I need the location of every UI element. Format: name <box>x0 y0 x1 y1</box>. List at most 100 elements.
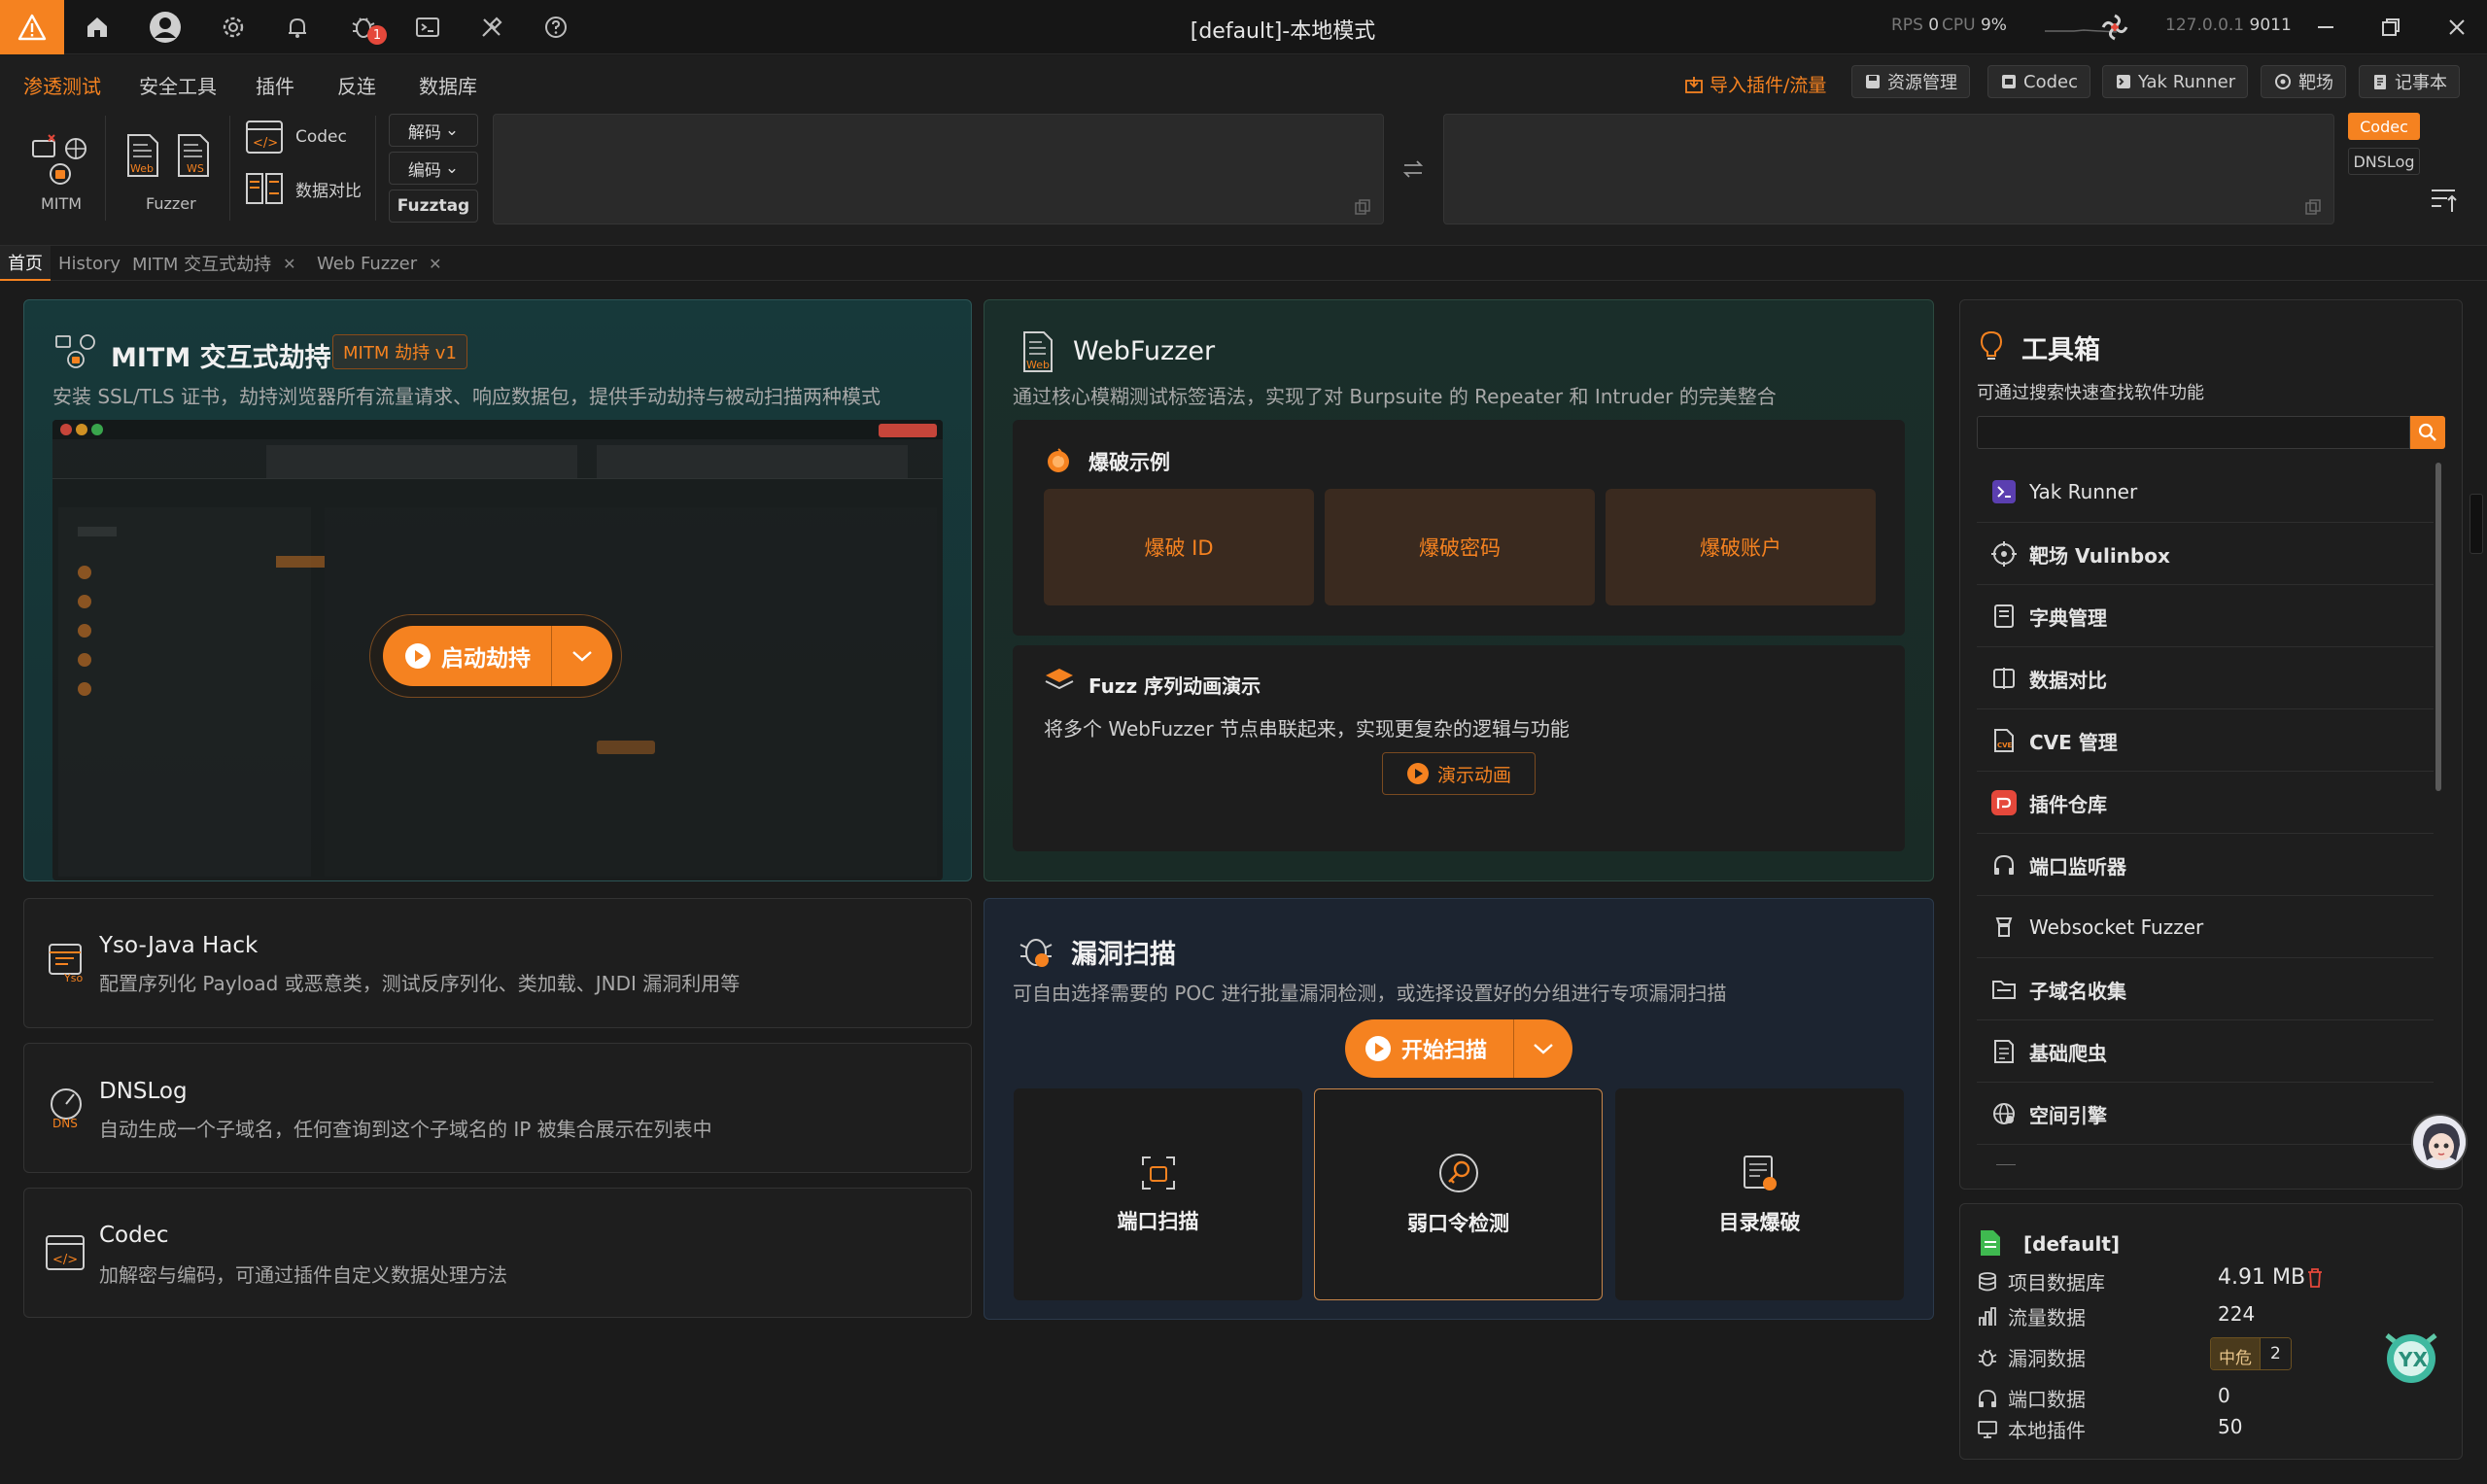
toolbox-subtitle: 可通过搜索快速查找软件功能 <box>1977 383 2204 403</box>
side-dnslog-tab[interactable]: DNSLog <box>2348 148 2420 175</box>
trash-icon[interactable] <box>2305 1267 2325 1289</box>
dnslog-card[interactable] <box>23 1043 972 1173</box>
user-avatar-icon[interactable] <box>148 10 183 45</box>
toolbox-item-subdomain[interactable]: 子域名收集 <box>1977 959 2434 1020</box>
notebook-button[interactable]: 记事本 <box>2359 65 2460 98</box>
copy-icon[interactable] <box>2304 198 2322 216</box>
fuzz-sequence-desc: 将多个 WebFuzzer 节点串联起来，实现更复杂的逻辑与功能 <box>1044 717 1570 741</box>
encode-dropdown[interactable]: 编码 ⌄ <box>389 152 478 185</box>
decode-dropdown[interactable]: 解码 ⌄ <box>389 114 478 147</box>
menu-pentest[interactable]: 渗透测试 <box>23 71 101 99</box>
sort-icon[interactable] <box>2430 187 2459 214</box>
help-icon[interactable] <box>538 10 573 45</box>
tab-home[interactable]: 首页 <box>0 246 51 281</box>
toolbox-item-dictionary[interactable]: 字典管理 <box>1977 586 2434 647</box>
toolbox-item-crawler[interactable]: 基础爬虫 <box>1977 1021 2434 1083</box>
warning-icon[interactable] <box>0 0 64 54</box>
vuln-severity-badge[interactable]: 中危 2 <box>2210 1337 2292 1370</box>
chevron-down-icon[interactable] <box>1514 1042 1572 1055</box>
side-codec-tab[interactable]: Codec <box>2348 113 2420 140</box>
crawler-icon <box>1990 1038 2018 1065</box>
toolbox-item-plugin-store[interactable]: 插件仓库 <box>1977 773 2434 834</box>
codec-quick-button[interactable]: Codec <box>1987 65 2090 98</box>
toolbox-item-yak-runner[interactable]: Yak Runner <box>1977 462 2434 523</box>
start-mitm-button[interactable]: 启动劫持 <box>383 626 612 686</box>
svg-text:</>: </> <box>253 136 278 151</box>
svg-text:</>: </> <box>52 1253 78 1267</box>
toolbox-item-websocket-fuzzer[interactable]: Websocket Fuzzer <box>1977 897 2434 958</box>
web-fuzzer-tool-button[interactable]: Web <box>124 133 161 178</box>
ws-fuzzer-tool-button[interactable]: WS <box>175 133 212 178</box>
port-scan-tile[interactable]: 端口扫描 <box>1014 1088 1302 1300</box>
svg-text:Yso: Yso <box>63 972 83 984</box>
demo-animation-button[interactable]: 演示动画 <box>1382 752 1536 795</box>
mascot-icon[interactable]: YX <box>2379 1322 2443 1386</box>
burst-password-button[interactable]: 爆破密码 <box>1325 489 1595 605</box>
toolbox-item-space-engine[interactable]: 空间引擎 <box>1977 1084 2434 1145</box>
close-tab-icon[interactable]: ✕ <box>283 255 295 273</box>
burst-account-button[interactable]: 爆破账户 <box>1606 489 1876 605</box>
toolbox-item-cve[interactable]: CVE CVE 管理 <box>1977 710 2434 772</box>
swap-icon[interactable] <box>1401 157 1425 181</box>
key-icon <box>1438 1154 1478 1192</box>
mitm-icon <box>55 334 95 368</box>
data-compare-tool-button[interactable]: 数据对比 <box>245 172 362 205</box>
engine-status-icon[interactable] <box>2097 10 2132 45</box>
codec-tool-button[interactable]: </> Codec <box>245 120 347 155</box>
resource-manager-button[interactable]: 资源管理 <box>1851 65 1970 98</box>
tab-web-fuzzer[interactable]: Web Fuzzer ✕ <box>309 246 450 281</box>
burst-id-button[interactable]: 爆破 ID <box>1044 489 1314 605</box>
project-plugin-row: 本地插件 <box>1977 1415 2086 1443</box>
gear-icon[interactable] <box>216 10 251 45</box>
chevron-down-icon: ⌄ <box>444 121 460 140</box>
bug-icon <box>1978 1349 1997 1366</box>
chevron-down-icon[interactable] <box>552 649 612 663</box>
side-panel-handle[interactable] <box>2470 494 2483 554</box>
tools-icon[interactable] <box>474 10 509 45</box>
codec-input-area[interactable] <box>493 114 1384 224</box>
range-button[interactable]: 靶场 <box>2261 65 2346 98</box>
bell-icon[interactable] <box>280 10 315 45</box>
menu-security-tools[interactable]: 安全工具 <box>139 71 217 99</box>
project-file-icon <box>1981 1230 2000 1256</box>
toolbox-item-vulinbox[interactable]: 靶场 Vulinbox <box>1977 524 2434 585</box>
terminal-icon[interactable] <box>410 10 445 45</box>
codec-card[interactable] <box>23 1188 972 1318</box>
tab-history[interactable]: History <box>51 246 128 281</box>
yso-icon: Yso <box>49 944 83 984</box>
codec-output-area[interactable] <box>1443 114 2334 224</box>
menu-reverse[interactable]: 反连 <box>337 71 376 99</box>
weak-password-tile[interactable]: 弱口令检测 <box>1314 1088 1603 1300</box>
mitm-tool-button[interactable] <box>29 131 91 190</box>
import-plugin-button[interactable]: 导入插件/流量 <box>1684 71 1826 97</box>
menu-database[interactable]: 数据库 <box>419 71 477 99</box>
bug-icon[interactable]: 1 <box>346 10 387 45</box>
home-icon[interactable] <box>80 10 115 45</box>
yso-java-card[interactable] <box>23 898 972 1028</box>
close-icon[interactable] <box>2439 10 2474 45</box>
compare-icon <box>1990 665 2018 692</box>
close-tab-icon[interactable]: ✕ <box>429 255 441 273</box>
globe-icon <box>1990 1100 2018 1127</box>
toolbox-item-data-compare[interactable]: 数据对比 <box>1977 648 2434 709</box>
svg-text:YX: YX <box>2398 1348 2428 1371</box>
toolbox-scrollbar[interactable] <box>2435 463 2441 791</box>
dictionary-icon <box>1990 603 2018 630</box>
database-icon <box>1979 1271 1996 1291</box>
dnslog-title: DNSLog <box>99 1079 188 1104</box>
restore-icon[interactable] <box>2373 10 2408 45</box>
dir-brute-tile[interactable]: 目录爆破 <box>1615 1088 1904 1300</box>
copy-icon[interactable] <box>1354 198 1371 216</box>
menu-plugins[interactable]: 插件 <box>256 71 294 99</box>
toolbox-item-port-listener[interactable]: 端口监听器 <box>1977 835 2434 896</box>
tab-mitm[interactable]: MITM 交互式劫持 ✕ <box>124 246 304 281</box>
toolbox-more-indicator <box>1996 1164 2016 1165</box>
toolbox-search-input[interactable] <box>1977 416 2410 449</box>
start-scan-button[interactable]: 开始扫描 <box>1345 1019 1572 1078</box>
fuzztag-button[interactable]: Fuzztag <box>389 190 478 223</box>
search-icon[interactable] <box>2410 416 2445 449</box>
yak-runner-button[interactable]: Yak Runner <box>2102 65 2249 98</box>
minimize-icon[interactable] <box>2308 10 2343 45</box>
terminal-icon <box>1990 478 2018 505</box>
assistant-avatar[interactable] <box>2411 1114 2468 1170</box>
